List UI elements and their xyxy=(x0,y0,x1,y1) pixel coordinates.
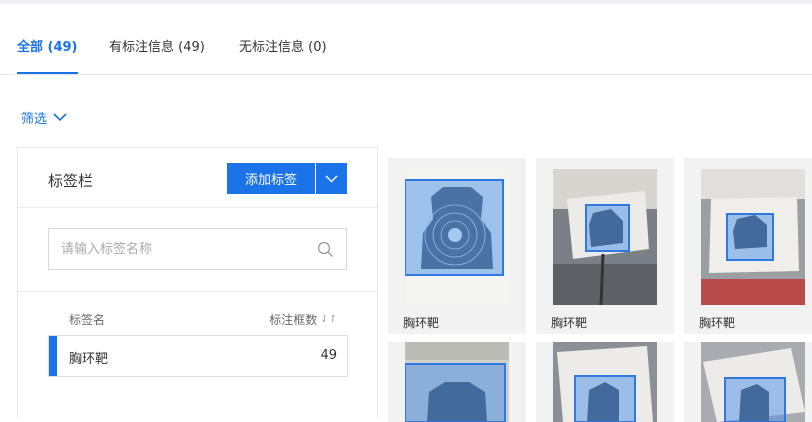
image-card[interactable]: 胸环靶 xyxy=(684,158,812,334)
tab-all[interactable]: 全部 (49) xyxy=(17,36,78,55)
image-thumbnail xyxy=(701,342,805,422)
image-thumbnail xyxy=(405,169,509,305)
image-caption: 胸环靶 xyxy=(551,316,588,330)
chevron-down-icon xyxy=(325,175,338,182)
divider xyxy=(18,291,377,292)
label-row-name: 胸环靶 xyxy=(69,352,109,367)
image-card[interactable] xyxy=(388,342,526,422)
add-label-button[interactable]: 添加标签 xyxy=(227,163,315,194)
column-header-count[interactable]: 标注框数 ⇃↾ xyxy=(269,311,337,328)
image-caption: 胸环靶 xyxy=(699,316,736,330)
filter-label: 筛选 xyxy=(21,112,48,127)
label-color-bar xyxy=(49,336,57,376)
label-panel: 标签栏 添加标签 标签名 标注框数 ⇃↾ 胸环靶 49 xyxy=(17,147,378,417)
active-tab-indicator xyxy=(17,72,78,74)
add-label-dropdown-button[interactable] xyxy=(316,163,347,194)
image-caption: 胸环靶 xyxy=(403,316,440,330)
image-thumbnail xyxy=(701,169,805,305)
label-search-box xyxy=(48,228,347,270)
image-card[interactable] xyxy=(536,342,674,422)
tab-annotated[interactable]: 有标注信息 (49) xyxy=(109,36,205,55)
image-card[interactable]: 胸环靶 xyxy=(536,158,674,334)
filter-toggle[interactable]: 筛选 xyxy=(21,108,67,127)
tab-unannotated[interactable]: 无标注信息 (0) xyxy=(239,36,327,55)
column-header-name: 标签名 xyxy=(69,313,106,327)
label-row[interactable]: 胸环靶 49 xyxy=(48,335,348,377)
image-thumbnail xyxy=(553,342,657,422)
search-icon[interactable] xyxy=(317,241,334,258)
image-card[interactable] xyxy=(684,342,812,422)
image-thumbnail xyxy=(405,342,509,422)
label-search-input[interactable] xyxy=(49,229,309,269)
column-header-count-label: 标注框数 xyxy=(269,313,318,327)
tab-bar: 全部 (49) 有标注信息 (49) 无标注信息 (0) xyxy=(0,26,812,75)
chevron-down-icon xyxy=(53,113,67,122)
top-border xyxy=(0,0,812,4)
label-row-count: 49 xyxy=(320,348,337,363)
image-card[interactable]: 胸环靶 xyxy=(388,158,526,334)
sort-icon[interactable]: ⇃↾ xyxy=(320,314,337,325)
image-thumbnail xyxy=(553,169,657,305)
image-gallery: 胸环靶 胸环靶 胸环靶 xyxy=(378,147,812,422)
panel-title: 标签栏 xyxy=(48,172,94,190)
label-panel-header: 标签栏 添加标签 xyxy=(18,148,377,208)
